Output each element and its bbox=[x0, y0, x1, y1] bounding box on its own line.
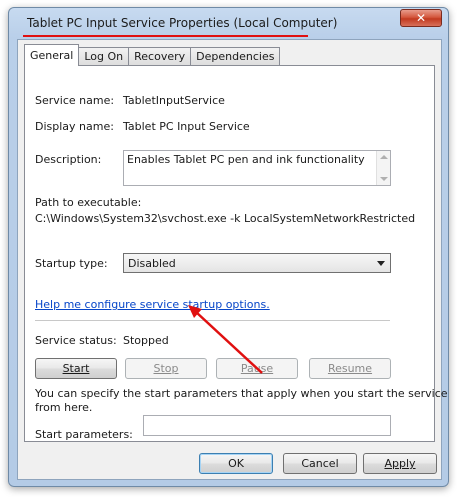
pause-button[interactable]: Pause bbox=[216, 358, 298, 379]
tab-general[interactable]: General bbox=[24, 44, 80, 66]
path-label: Path to executable: bbox=[35, 196, 142, 209]
window-title: Tablet PC Input Service Properties (Loca… bbox=[27, 16, 338, 30]
stop-button[interactable]: Stop bbox=[125, 358, 207, 379]
tab-recovery[interactable]: Recovery bbox=[128, 47, 192, 66]
tab-log-on[interactable]: Log On bbox=[78, 47, 130, 66]
cancel-button[interactable]: Cancel bbox=[283, 453, 357, 474]
help-configure-link[interactable]: Help me configure service startup option… bbox=[35, 298, 270, 311]
apply-button[interactable]: Apply bbox=[363, 453, 437, 474]
service-status-value: Stopped bbox=[123, 334, 169, 347]
description-text: Enables Tablet PC pen and ink functional… bbox=[127, 153, 365, 166]
service-status-label: Service status: bbox=[35, 334, 117, 347]
pause-button-label: Pause bbox=[240, 362, 274, 375]
display-name-value: Tablet PC Input Service bbox=[123, 120, 250, 133]
close-icon: ✕ bbox=[415, 11, 427, 25]
ok-button-label: OK bbox=[228, 457, 244, 470]
tab-dependencies[interactable]: Dependencies bbox=[190, 47, 281, 66]
service-name-label: Service name: bbox=[35, 94, 115, 107]
description-textbox[interactable]: Enables Tablet PC pen and ink functional… bbox=[123, 150, 391, 186]
display-name-label: Display name: bbox=[35, 120, 114, 133]
general-tab-panel: Service name: TabletInputService Display… bbox=[24, 65, 448, 442]
tab-strip: General Log On Recovery Dependencies bbox=[24, 44, 281, 66]
startup-type-label: Startup type: bbox=[35, 257, 108, 270]
close-button[interactable]: ✕ bbox=[400, 9, 442, 27]
start-button[interactable]: Start bbox=[35, 358, 117, 379]
resume-button-label: Resume bbox=[327, 362, 373, 375]
path-value: C:\Windows\System32\svchost.exe -k Local… bbox=[35, 212, 416, 225]
red-underline-annotation bbox=[23, 35, 308, 37]
startup-type-dropdown[interactable]: Disabled bbox=[123, 253, 391, 273]
start-parameters-label: Start parameters: bbox=[35, 428, 133, 441]
resume-button[interactable]: Resume bbox=[309, 358, 391, 379]
properties-dialog: Tablet PC Input Service Properties (Loca… bbox=[8, 7, 449, 487]
startup-type-value: Disabled bbox=[128, 257, 176, 270]
start-button-label: Start bbox=[62, 362, 90, 375]
title-bar[interactable]: Tablet PC Input Service Properties (Loca… bbox=[9, 8, 448, 38]
ok-button[interactable]: OK bbox=[199, 453, 273, 474]
hint-line-1: You can specify the start parameters tha… bbox=[35, 387, 448, 400]
dialog-body: General Log On Recovery Dependencies Ser… bbox=[17, 39, 448, 480]
hint-line-2: from here. bbox=[35, 401, 93, 414]
service-name-value: TabletInputService bbox=[123, 94, 225, 107]
start-parameters-input[interactable] bbox=[143, 415, 391, 436]
scroll-down-icon[interactable] bbox=[380, 177, 388, 181]
description-scrollbar[interactable] bbox=[376, 151, 390, 185]
scroll-up-icon[interactable] bbox=[380, 155, 388, 159]
cancel-button-label: Cancel bbox=[301, 457, 339, 470]
chevron-down-icon bbox=[377, 261, 385, 266]
divider bbox=[35, 320, 390, 321]
apply-button-label: Apply bbox=[384, 457, 416, 470]
description-label: Description: bbox=[35, 153, 102, 166]
stop-button-label: Stop bbox=[153, 362, 179, 375]
